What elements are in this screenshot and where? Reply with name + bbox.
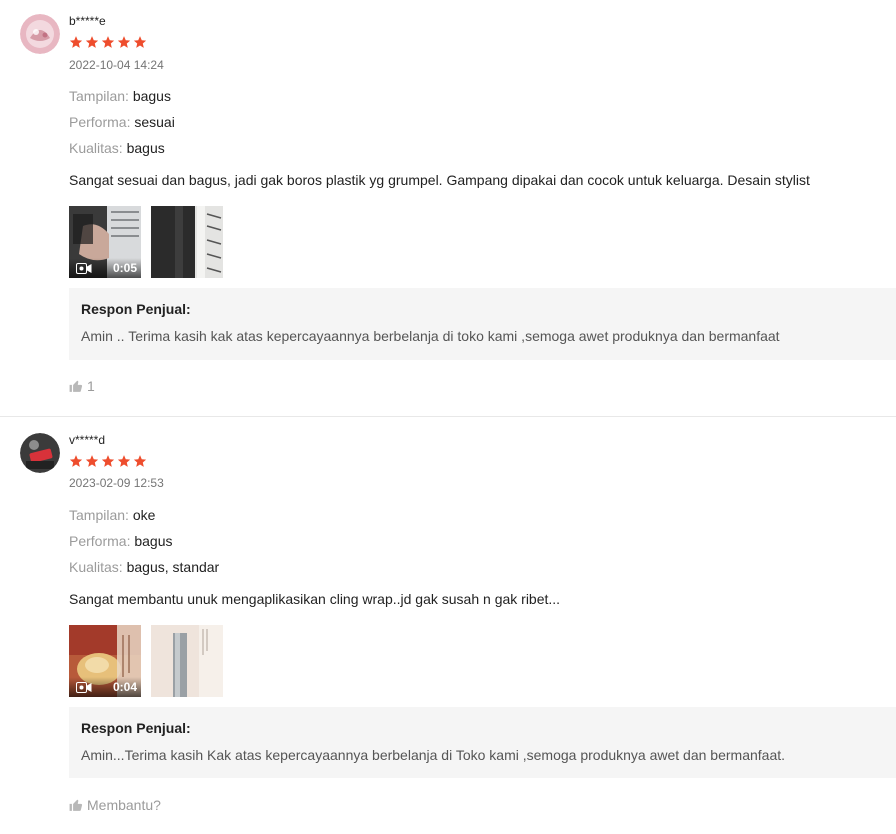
star-icon — [133, 36, 147, 48]
thumbs-up-icon — [69, 380, 83, 392]
rating-stars — [69, 454, 147, 468]
star-icon — [101, 36, 115, 48]
avatar[interactable] — [20, 14, 60, 54]
review-media: 0:04 — [69, 625, 223, 697]
review-media: 0:05 — [69, 206, 223, 278]
star-icon — [85, 455, 99, 467]
attribute-label: Kualitas: — [69, 559, 123, 575]
star-icon — [101, 455, 115, 467]
attribute-value: bagus, standar — [126, 559, 220, 575]
review-video-thumbnail[interactable]: 0:05 — [69, 206, 141, 278]
username: b*****e — [69, 14, 106, 28]
seller-response: Respon Penjual: Amin...Terima kasih Kak … — [69, 707, 896, 778]
video-duration: 0:04 — [112, 680, 137, 694]
video-overlay: 0:04 — [69, 677, 141, 697]
attribute-label: Kualitas: — [69, 140, 123, 156]
seller-response-title: Respon Penjual: — [81, 301, 191, 317]
attribute-tampilan: Tampilan: oke — [69, 507, 155, 523]
helpful-label: Membantu? — [87, 797, 161, 813]
attribute-label: Tampilan: — [69, 507, 129, 523]
attribute-value: sesuai — [134, 114, 175, 130]
rating-stars — [69, 35, 147, 49]
seller-response-body: Amin .. Terima kasih kak atas kepercayaa… — [81, 328, 780, 344]
attribute-value: bagus — [126, 140, 165, 156]
attribute-label: Performa: — [69, 114, 131, 130]
helpful-button[interactable]: 1 — [69, 378, 95, 394]
star-icon — [133, 455, 147, 467]
attribute-kualitas: Kualitas: bagus — [69, 140, 165, 156]
attribute-value: bagus — [132, 88, 171, 104]
review-item: b*****e 2022-10-04 14:24 Tampilan: bagus… — [0, 0, 896, 416]
review-timestamp: 2023-02-09 12:53 — [69, 476, 164, 490]
video-camera-icon — [76, 262, 92, 274]
username: v*****d — [69, 433, 106, 447]
attribute-performa: Performa: bagus — [69, 533, 173, 549]
seller-response-title: Respon Penjual: — [81, 720, 191, 736]
thumbs-up-icon — [69, 799, 83, 811]
star-icon — [85, 36, 99, 48]
review-video-thumbnail[interactable]: 0:04 — [69, 625, 141, 697]
video-camera-icon — [76, 681, 92, 693]
seller-response-body: Amin...Terima kasih Kak atas kepercayaan… — [81, 747, 786, 763]
review-comment: Sangat membantu unuk mengaplikasikan cli… — [69, 591, 561, 607]
star-icon — [69, 455, 83, 467]
review-image-thumbnail[interactable] — [151, 206, 223, 278]
review-item: v*****d 2023-02-09 12:53 Tampilan: oke P… — [0, 417, 896, 834]
seller-response: Respon Penjual: Amin .. Terima kasih kak… — [69, 288, 896, 360]
avatar[interactable] — [20, 433, 60, 473]
attribute-value: bagus — [134, 533, 173, 549]
attribute-label: Tampilan: — [69, 88, 129, 104]
video-overlay: 0:05 — [69, 258, 141, 278]
review-timestamp: 2022-10-04 14:24 — [69, 58, 164, 72]
attribute-value: oke — [132, 507, 156, 523]
review-comment: Sangat sesuai dan bagus, jadi gak boros … — [69, 172, 810, 188]
star-icon — [69, 36, 83, 48]
attribute-kualitas: Kualitas: bagus, standar — [69, 559, 219, 575]
helpful-count: 1 — [87, 378, 95, 394]
star-icon — [117, 455, 131, 467]
helpful-button[interactable]: Membantu? — [69, 797, 161, 813]
video-duration: 0:05 — [112, 261, 137, 275]
star-icon — [117, 36, 131, 48]
attribute-performa: Performa: sesuai — [69, 114, 175, 130]
attribute-label: Performa: — [69, 533, 131, 549]
attribute-tampilan: Tampilan: bagus — [69, 88, 171, 104]
review-image-thumbnail[interactable] — [151, 625, 223, 697]
